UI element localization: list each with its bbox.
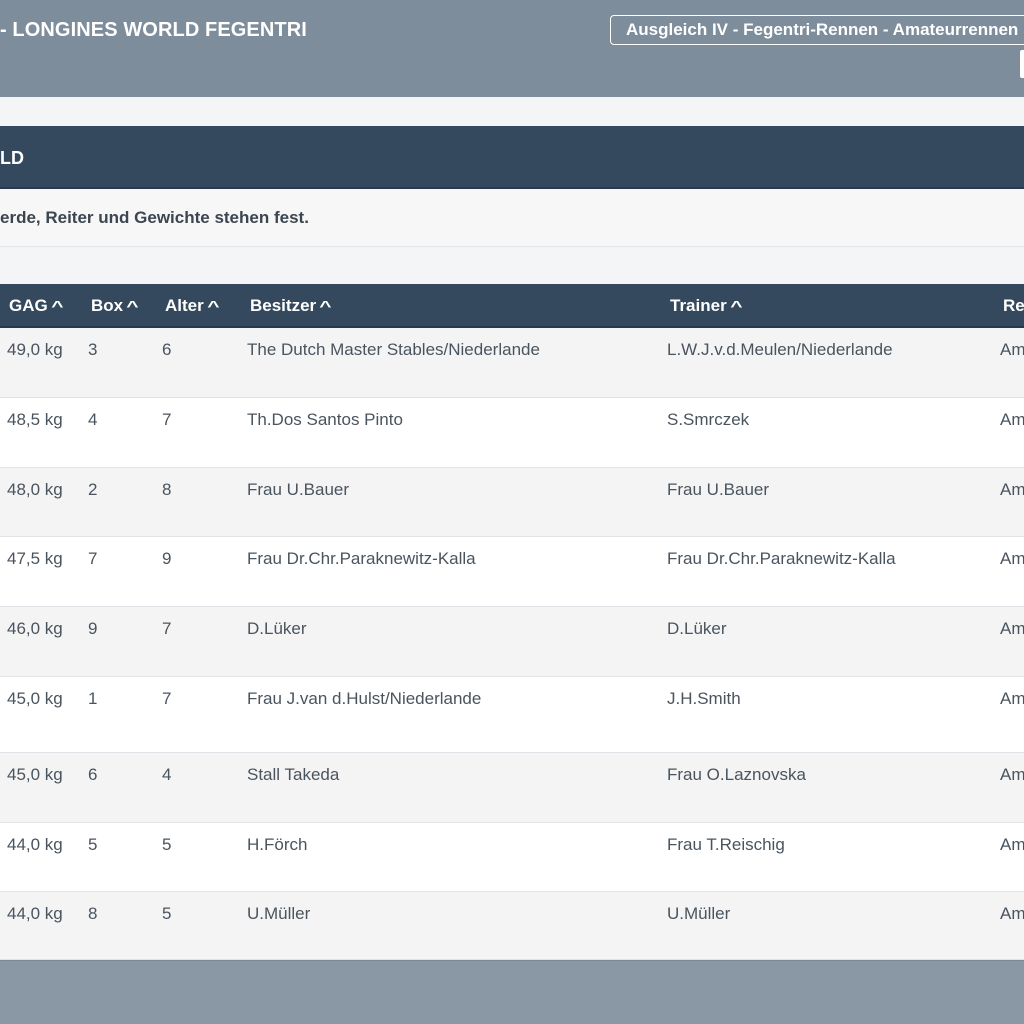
cell-trainer: Frau T.Reischig <box>667 835 785 854</box>
column-header-label: Besitzer <box>250 296 317 315</box>
main-content: LD erde, Reiter und Gewichte stehen fest… <box>0 97 1024 960</box>
cell-besitzer: Frau J.van d.Hulst/Niederlande <box>247 689 482 708</box>
column-header-box[interactable]: Box ^ <box>91 296 139 316</box>
column-header-gag[interactable]: GAG ^ <box>9 296 64 316</box>
cell-box: 9 <box>88 619 98 638</box>
cell-alter: 7 <box>162 619 172 638</box>
cell-reiter: Am <box>1000 340 1024 359</box>
race-select-dropdown[interactable]: Ausgleich IV - Fegentri-Rennen - Amateur… <box>610 15 1024 45</box>
table-row[interactable]: 44,0 kg 5 5 H.Förch Frau T.Reischig Am <box>0 823 1024 892</box>
chevron-up-icon: ^ <box>50 298 64 315</box>
top-bar: - LONGINES WORLD FEGENTRI Ausgleich IV -… <box>0 0 1024 97</box>
chevron-up-icon: ^ <box>126 298 139 315</box>
cell-box: 5 <box>88 835 98 854</box>
cell-besitzer: U.Müller <box>247 904 311 923</box>
cell-besitzer: Stall Takeda <box>247 765 340 784</box>
cell-besitzer: The Dutch Master Stables/Niederlande <box>247 340 540 359</box>
cell-alter: 5 <box>162 904 172 923</box>
cell-besitzer: Frau U.Bauer <box>247 480 350 499</box>
cell-reiter: Am <box>1000 619 1024 638</box>
cell-box: 8 <box>88 904 98 923</box>
cell-trainer: D.Lüker <box>667 619 727 638</box>
notice-text: erde, Reiter und Gewichte stehen fest. <box>0 208 309 227</box>
cell-box: 6 <box>88 765 98 784</box>
cell-trainer: Frau Dr.Chr.Paraknewitz-Kalla <box>667 549 896 568</box>
column-header-label: Alter <box>165 296 204 315</box>
cell-trainer: Frau U.Bauer <box>667 480 770 499</box>
cell-box: 3 <box>88 340 98 359</box>
cell-reiter: Am <box>1000 410 1024 429</box>
cell-reiter: Am <box>1000 835 1024 854</box>
column-header-alter[interactable]: Alter ^ <box>165 296 220 316</box>
column-header-label: GAG <box>9 296 48 315</box>
cell-alter: 9 <box>162 549 172 568</box>
cell-gag: 46,0 kg <box>7 619 63 638</box>
table-row[interactable]: 45,0 kg 1 7 Frau J.van d.Hulst/Niederlan… <box>0 677 1024 753</box>
table-row[interactable]: 45,0 kg 6 4 Stall Takeda Frau O.Laznovsk… <box>0 753 1024 823</box>
cell-alter: 7 <box>162 689 172 708</box>
cell-gag: 45,0 kg <box>7 765 63 784</box>
cell-box: 2 <box>88 480 98 499</box>
cell-box: 1 <box>88 689 98 708</box>
cell-reiter: Am <box>1000 549 1024 568</box>
cell-gag: 44,0 kg <box>7 835 63 854</box>
section-title: LD <box>0 148 24 168</box>
cell-gag: 48,5 kg <box>7 410 63 429</box>
cell-alter: 4 <box>162 765 172 784</box>
cell-trainer: U.Müller <box>667 904 731 923</box>
table-row[interactable]: 48,0 kg 2 8 Frau U.Bauer Frau U.Bauer Am <box>0 468 1024 537</box>
cell-alter: 6 <box>162 340 172 359</box>
column-header-label: Box <box>91 296 124 315</box>
cell-trainer: L.W.J.v.d.Meulen/Niederlande <box>667 340 893 359</box>
cell-besitzer: H.Förch <box>247 835 308 854</box>
race-meeting-title: - LONGINES WORLD FEGENTRI <box>0 19 307 41</box>
table-header: GAG ^ Box ^ Alter ^ Besitzer ^ Trainer ^ Re <box>0 284 1024 328</box>
table-row[interactable]: 48,5 kg 4 7 Th.Dos Santos Pinto S.Smrcze… <box>0 398 1024 468</box>
column-header-reiter[interactable]: Re <box>1003 296 1024 316</box>
chevron-up-icon: ^ <box>319 298 332 315</box>
cell-trainer: J.H.Smith <box>667 689 741 708</box>
column-header-label: Re <box>1003 296 1024 315</box>
status-notice: erde, Reiter und Gewichte stehen fest. <box>0 189 1024 247</box>
table-row[interactable]: 49,0 kg 3 6 The Dutch Master Stables/Nie… <box>0 328 1024 398</box>
chevron-up-icon: ^ <box>729 298 743 315</box>
footer-band <box>0 960 1024 1024</box>
cell-trainer: Frau O.Laznovska <box>667 765 806 784</box>
cell-gag: 45,0 kg <box>7 689 63 708</box>
cell-box: 4 <box>88 410 98 429</box>
cell-trainer: S.Smrczek <box>667 410 750 429</box>
column-header-label: Trainer <box>670 296 727 315</box>
cell-gag: 49,0 kg <box>7 340 63 359</box>
cell-reiter: Am <box>1000 480 1024 499</box>
cell-besitzer: D.Lüker <box>247 619 307 638</box>
cell-alter: 8 <box>162 480 172 499</box>
cell-besitzer: Frau Dr.Chr.Paraknewitz-Kalla <box>247 549 476 568</box>
cell-box: 7 <box>88 549 98 568</box>
cell-alter: 7 <box>162 410 172 429</box>
table-row[interactable]: 47,5 kg 7 9 Frau Dr.Chr.Paraknewitz-Kall… <box>0 537 1024 607</box>
cell-alter: 5 <box>162 835 172 854</box>
column-header-besitzer[interactable]: Besitzer ^ <box>250 296 332 316</box>
cell-gag: 44,0 kg <box>7 904 63 923</box>
cell-besitzer: Th.Dos Santos Pinto <box>247 410 403 429</box>
starter-field-header: LD <box>0 126 1024 189</box>
cell-reiter: Am <box>1000 689 1024 708</box>
column-header-trainer[interactable]: Trainer ^ <box>670 296 743 316</box>
cell-reiter: Am <box>1000 765 1024 784</box>
table-row[interactable]: 44,0 kg 8 5 U.Müller U.Müller Am <box>0 892 1024 960</box>
chevron-up-icon: ^ <box>206 298 220 315</box>
table-row[interactable]: 46,0 kg 9 7 D.Lüker D.Lüker Am <box>0 607 1024 677</box>
cell-gag: 48,0 kg <box>7 480 63 499</box>
cell-gag: 47,5 kg <box>7 549 63 568</box>
cell-reiter: Am <box>1000 904 1024 923</box>
secondary-select-edge[interactable] <box>1020 50 1024 78</box>
